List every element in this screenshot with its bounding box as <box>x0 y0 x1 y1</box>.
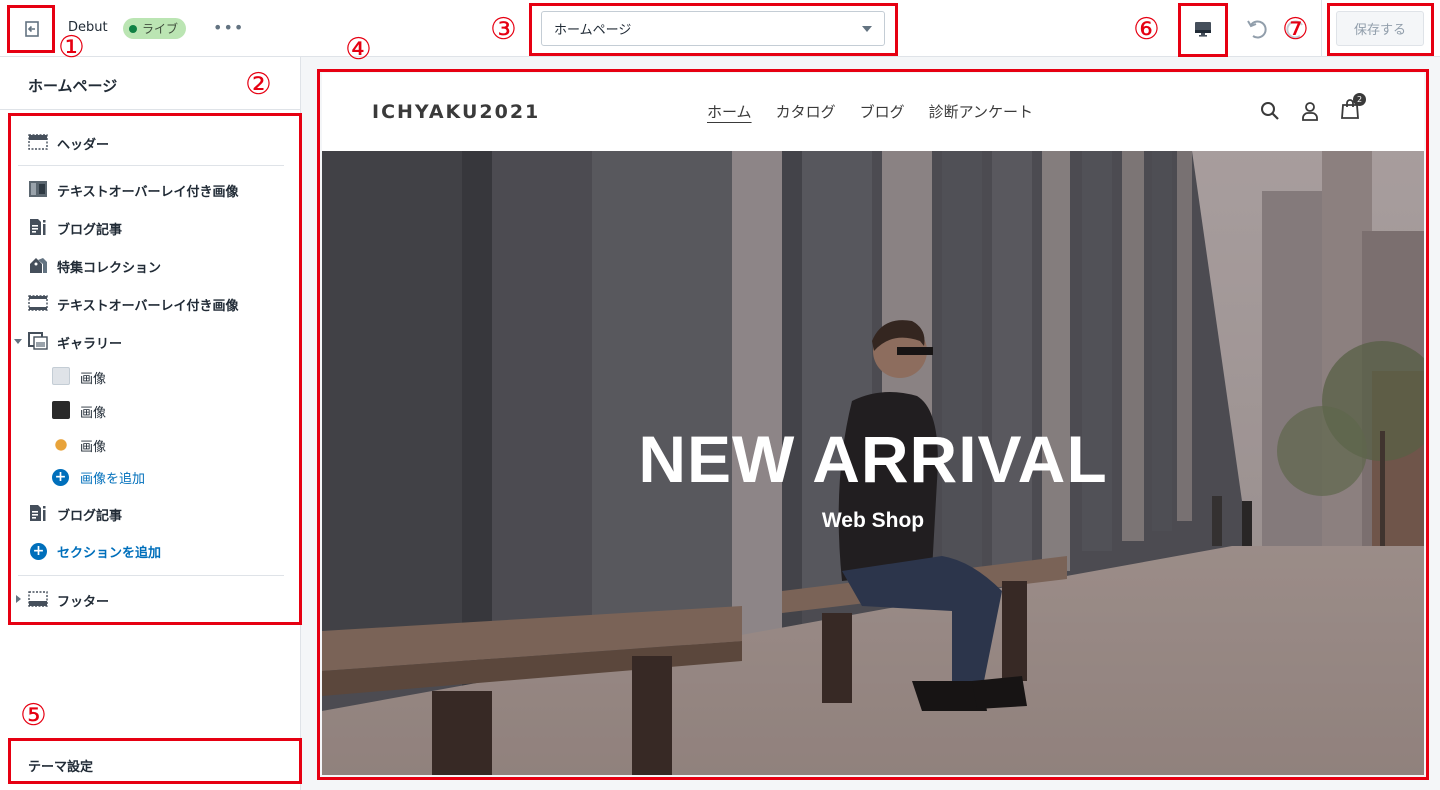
more-actions-button[interactable]: ••• <box>213 18 243 40</box>
search-icon[interactable] <box>1260 101 1280 121</box>
page-selector-dropdown[interactable]: ホームページ <box>541 11 885 46</box>
save-button[interactable]: 保存する <box>1336 11 1424 46</box>
annotation-number-5: ⑤ <box>20 698 47 733</box>
exit-editor-button[interactable] <box>9 6 54 51</box>
blog-posts-icon <box>30 505 46 521</box>
dashed-layout-icon <box>28 295 48 311</box>
live-status-badge: ライブ <box>123 18 187 39</box>
gallery-icon <box>28 332 48 350</box>
shop-header-icons: 2 <box>1260 93 1366 123</box>
gallery-item-image-2[interactable]: 画像 <box>10 396 298 424</box>
cart-count-badge: 2 <box>1353 93 1366 106</box>
section-label: フッター <box>57 595 110 610</box>
section-label: ギャラリー <box>57 337 123 352</box>
annotation-number-4: ④ <box>345 32 372 67</box>
storefront-preview: ICHYAKU2021 ホーム カタログ ブログ 診断アンケート 2 NEW A… <box>322 73 1424 775</box>
shop-nav: ホーム カタログ ブログ 診断アンケート <box>707 101 1033 122</box>
section-item-image-overlay-2[interactable]: テキストオーバーレイ付き画像 <box>10 288 298 318</box>
add-section-link[interactable]: + セクションを追加 <box>10 541 230 563</box>
section-item-featured-collection[interactable]: 特集コレクション <box>10 250 298 280</box>
section-item-blog-posts[interactable]: ブログ記事 <box>10 212 298 242</box>
sidebar-title: ホームページ <box>28 77 118 95</box>
shop-header: ICHYAKU2021 ホーム カタログ ブログ 診断アンケート 2 <box>322 73 1424 151</box>
gallery-item-label: 画像 <box>80 372 107 387</box>
section-divider <box>18 575 284 576</box>
gallery-item-image-3[interactable]: 画像 <box>10 430 298 458</box>
live-dot-icon <box>129 24 137 33</box>
section-item-blog-posts-2[interactable]: ブログ記事 <box>10 498 298 528</box>
header-layout-icon <box>28 134 48 150</box>
plus-circle-icon: + <box>52 469 69 486</box>
sections-sidebar: ホームページ ヘッダー テキストオーバーレイ付き画像 ブログ記事 特集コレクショ… <box>0 57 301 790</box>
hero-image-banner[interactable]: NEW ARRIVAL Web Shop <box>322 151 1424 775</box>
exit-icon <box>24 20 39 37</box>
editor-topbar: Debut ライブ ••• ホームページ 保存する <box>0 0 1440 57</box>
annotation-number-6: ⑥ <box>1133 12 1160 47</box>
nav-link-home[interactable]: ホーム <box>707 101 752 122</box>
section-label: ブログ記事 <box>57 509 123 524</box>
hero-subtitle: Web Shop <box>821 509 925 532</box>
cart-button[interactable]: 2 <box>1340 93 1366 123</box>
sidebar-divider <box>0 109 300 110</box>
gallery-item-label: 画像 <box>80 440 107 455</box>
blog-posts-icon <box>30 219 46 235</box>
shop-logo[interactable]: ICHYAKU2021 <box>372 101 540 123</box>
add-section-label: セクションを追加 <box>57 546 162 561</box>
gallery-item-label: 画像 <box>80 406 107 421</box>
hero-title: NEW ARRIVAL <box>638 422 1108 496</box>
section-label: ヘッダー <box>57 138 110 153</box>
section-label: ブログ記事 <box>57 223 123 238</box>
section-item-footer[interactable]: フッター <box>10 584 298 614</box>
image-thumbnail-icon <box>29 181 47 197</box>
image-thumbnail-icon <box>52 401 70 419</box>
section-item-image-overlay[interactable]: テキストオーバーレイ付き画像 <box>10 174 298 204</box>
image-thumbnail-icon <box>52 435 70 453</box>
undo-button[interactable] <box>1244 16 1270 42</box>
annotation-number-2: ② <box>245 67 272 102</box>
add-image-label: 画像を追加 <box>80 472 146 487</box>
collection-tag-icon <box>30 258 47 273</box>
gallery-item-image-1[interactable]: 画像 <box>10 362 298 390</box>
page-selector-value: ホームページ <box>554 23 632 38</box>
live-badge-label: ライブ <box>142 22 179 36</box>
footer-layout-icon <box>28 591 48 607</box>
topbar-divider <box>1321 0 1322 57</box>
desktop-monitor-icon <box>1194 22 1211 37</box>
desktop-preview-button[interactable] <box>1180 9 1225 49</box>
annotation-number-7: ⑦ <box>1282 12 1309 47</box>
annotation-number-3: ③ <box>490 12 517 47</box>
undo-icon <box>1247 20 1267 39</box>
nav-link-survey[interactable]: 診断アンケート <box>929 101 1033 122</box>
annotation-number-1: ① <box>58 30 85 65</box>
section-item-header[interactable]: ヘッダー <box>10 127 298 157</box>
section-label: テキストオーバーレイ付き画像 <box>57 299 239 314</box>
nav-link-blog[interactable]: ブログ <box>860 101 905 122</box>
nav-link-catalog[interactable]: カタログ <box>776 101 836 122</box>
section-divider <box>18 165 284 166</box>
theme-settings-button[interactable]: テーマ設定 <box>9 740 301 784</box>
account-icon[interactable] <box>1300 101 1320 121</box>
add-image-link[interactable]: + 画像を追加 <box>10 467 210 489</box>
section-label: 特集コレクション <box>57 261 162 276</box>
image-thumbnail-icon <box>52 367 70 385</box>
plus-circle-icon: + <box>30 543 47 560</box>
section-item-gallery[interactable]: ギャラリー <box>10 326 298 356</box>
caret-down-icon <box>862 25 872 32</box>
section-label: テキストオーバーレイ付き画像 <box>57 185 239 200</box>
